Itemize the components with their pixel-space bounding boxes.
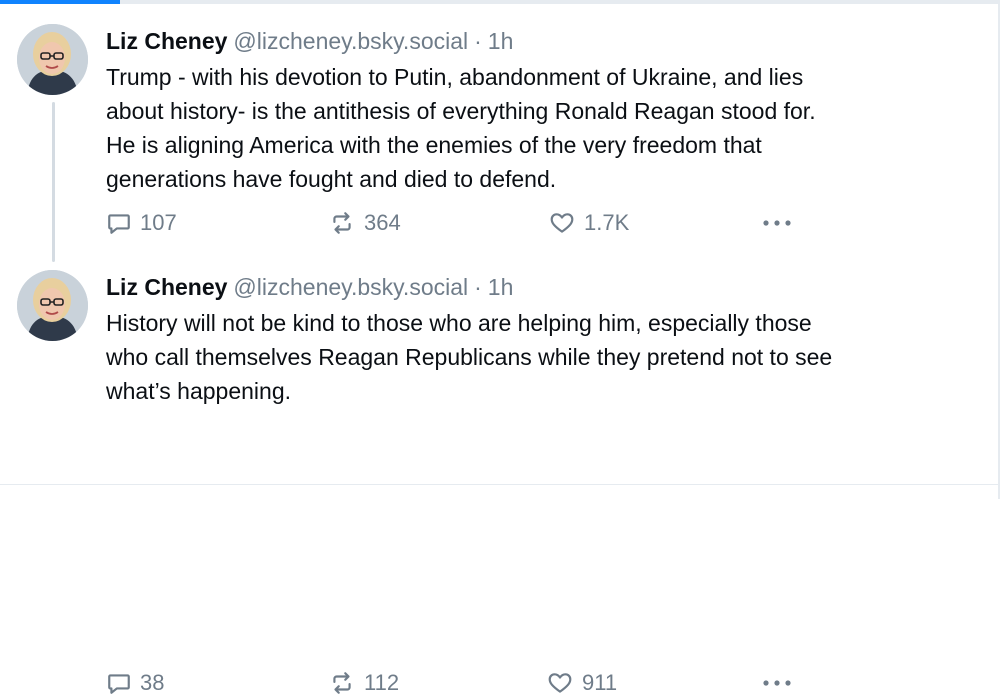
reply-button[interactable]: 38: [106, 668, 164, 698]
post-text-line: generations have fought and died to defe…: [106, 166, 557, 192]
more-options-icon: [763, 220, 791, 226]
post-header: Liz Cheney @lizcheney.bsky.social · 1h: [106, 24, 513, 58]
bottom-divider: [0, 484, 1000, 485]
post-header: Liz Cheney @lizcheney.bsky.social · 1h: [106, 270, 513, 304]
post-text-line: He is aligning America with the enemies …: [106, 132, 762, 158]
separator: ·: [474, 28, 482, 54]
author-name[interactable]: Liz Cheney: [106, 274, 227, 300]
post-time[interactable]: 1h: [488, 28, 514, 54]
avatar[interactable]: [17, 24, 88, 95]
post-text-line: what’s happening.: [106, 378, 291, 404]
like-count: 911: [582, 670, 618, 695]
like-count: 1.7K: [584, 210, 630, 235]
more-options-button[interactable]: [762, 208, 800, 238]
post-text-line: who call themselves Reagan Republicans w…: [106, 344, 833, 370]
more-options-button[interactable]: [762, 668, 800, 698]
post-text-line: History will not be kind to those who ar…: [106, 310, 812, 336]
reply-count: 107: [140, 210, 177, 235]
thread-connector-line: [52, 102, 55, 262]
top-accent-bar: [0, 0, 120, 4]
like-button[interactable]: 1.7K: [548, 208, 629, 238]
post-text-line: about history- is the antithesis of ever…: [106, 98, 816, 124]
post-text-line: Trump - with his devotion to Putin, aban…: [106, 64, 804, 90]
reply-icon: [108, 674, 130, 694]
author-handle[interactable]: @lizcheney.bsky.social: [233, 28, 468, 54]
heart-icon: [550, 213, 574, 233]
like-button[interactable]: 911: [546, 668, 617, 698]
author-name[interactable]: Liz Cheney: [106, 28, 227, 54]
post-text: Trump - with his devotion to Putin, aban…: [106, 60, 966, 196]
repost-icon: [333, 672, 351, 694]
reply-count: 38: [140, 670, 165, 695]
post-actions: 107 364 1.7K: [106, 208, 806, 238]
repost-count: 112: [364, 670, 400, 695]
author-handle[interactable]: @lizcheney.bsky.social: [233, 274, 468, 300]
post-actions: 38 112 911: [106, 668, 806, 698]
top-border: [0, 0, 1000, 4]
reply-button[interactable]: 107: [106, 208, 177, 238]
repost-count: 364: [364, 210, 401, 235]
repost-button[interactable]: 364: [328, 208, 401, 238]
post-text: History will not be kind to those who ar…: [106, 306, 966, 408]
avatar[interactable]: [17, 270, 88, 341]
repost-icon: [333, 212, 351, 234]
heart-icon: [548, 673, 572, 693]
separator: ·: [474, 274, 482, 300]
post-time[interactable]: 1h: [488, 274, 514, 300]
reply-icon: [108, 214, 130, 234]
more-options-icon: [763, 680, 791, 686]
repost-button[interactable]: 112: [328, 668, 399, 698]
